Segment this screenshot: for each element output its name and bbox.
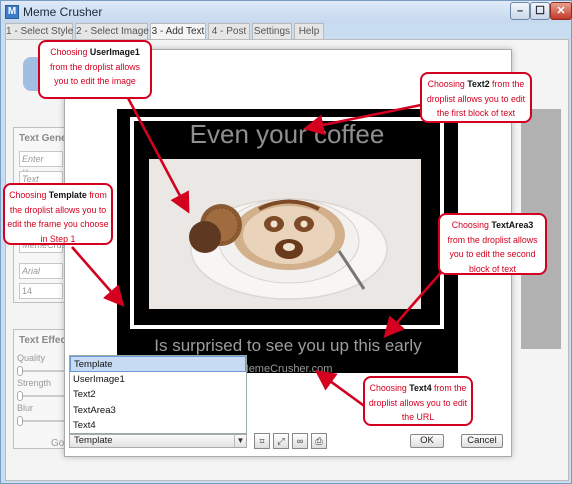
callout-userimage1-key: UserImage1: [89, 47, 140, 57]
callout-template: Choosing Template from the droplist allo…: [3, 183, 113, 245]
callout-text4-key: Text4: [409, 383, 432, 393]
callout-textarea3-post: from the droplist allows you to edit the…: [447, 234, 538, 274]
callout-text4-pre: Choosing: [369, 383, 410, 393]
callout-userimage1: Choosing UserImage1 from the droplist al…: [38, 40, 152, 99]
app-window: M Meme Crusher – ☐ ✕ 1 - Select Style 2 …: [0, 0, 572, 484]
callout-textarea3-key: TextArea3: [491, 220, 534, 230]
callout-textarea3: Choosing TextArea3 from the droplist all…: [438, 213, 547, 275]
callout-text2-key: Text2: [467, 79, 490, 89]
callout-template-key: Template: [48, 190, 87, 200]
callout-textarea3-pre: Choosing: [451, 220, 492, 230]
callout-text2: Choosing Text2 from the droplist allows …: [420, 72, 532, 123]
callout-userimage1-post: from the droplist allows you to edit the…: [50, 61, 140, 87]
callout-text4: Choosing Text4 from the droplist allows …: [363, 376, 473, 426]
callout-text2-pre: Choosing: [427, 79, 468, 89]
callout-userimage1-pre: Choosing: [50, 47, 90, 57]
callout-template-pre: Choosing: [9, 190, 49, 200]
